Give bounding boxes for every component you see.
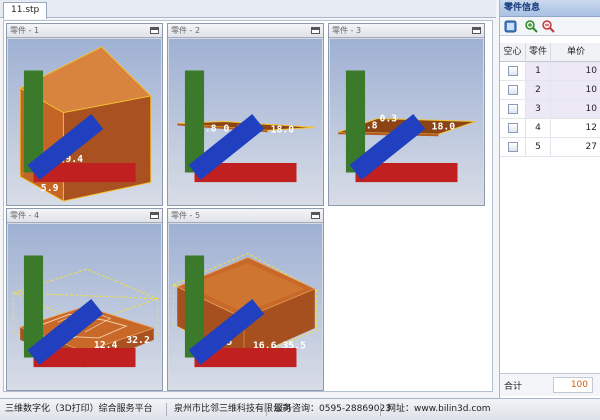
panel-title: 零件信息 bbox=[500, 0, 600, 17]
part-pane-1[interactable]: 零件 - 1 9.4 5.9 10.8 bbox=[6, 23, 163, 206]
hollow-cell bbox=[500, 138, 526, 156]
total-row: 合计 100 bbox=[500, 373, 600, 396]
pane-title: 零件 - 4 bbox=[10, 211, 40, 220]
status-divider bbox=[380, 403, 381, 416]
part-3d-view[interactable]: 43.5 16.6 35.5 bbox=[169, 224, 322, 389]
part-number-cell: 2 bbox=[526, 81, 551, 99]
price-cell[interactable]: 10 bbox=[551, 62, 600, 80]
part-pane-2[interactable]: 零件 - 2 7.8 0.4 18.0 bbox=[167, 23, 324, 206]
hollow-cell bbox=[500, 81, 526, 99]
pane-header: 零件 - 3 bbox=[329, 24, 484, 38]
part-number-cell: 3 bbox=[526, 100, 551, 118]
column-hollow[interactable]: 空心 bbox=[500, 43, 526, 62]
maximize-icon[interactable] bbox=[472, 27, 481, 34]
pane-header: 零件 - 4 bbox=[7, 209, 162, 223]
status-divider bbox=[166, 403, 167, 416]
part-number-cell: 4 bbox=[526, 119, 551, 137]
panel-toolbar bbox=[500, 17, 600, 36]
pane-header: 零件 - 2 bbox=[168, 24, 323, 38]
axis-triad-icon bbox=[184, 70, 297, 183]
status-divider bbox=[266, 403, 267, 416]
website-link[interactable]: 网址：www.bilin3d.com bbox=[387, 399, 491, 420]
zoom-out-icon[interactable] bbox=[542, 20, 555, 33]
part-number-cell: 1 bbox=[526, 62, 551, 80]
part-pane-4[interactable]: 零件 - 4 40.2 12.4 32.2 bbox=[6, 208, 163, 391]
table-row[interactable]: 2 10 bbox=[500, 81, 600, 100]
hollow-cell bbox=[500, 100, 526, 118]
part-3d-view[interactable]: 40.2 12.4 32.2 bbox=[8, 224, 161, 389]
hollow-checkbox[interactable] bbox=[508, 85, 518, 95]
hollow-checkbox[interactable] bbox=[508, 142, 518, 152]
maximize-icon[interactable] bbox=[311, 212, 320, 219]
parts-info-panel: 零件信息 空心 零件 单价 1 10 2 10 3 10 4 12 5 27 合计 100 bbox=[499, 0, 600, 398]
pane-header: 零件 - 5 bbox=[168, 209, 323, 223]
table-row[interactable]: 1 10 bbox=[500, 62, 600, 81]
hollow-cell bbox=[500, 119, 526, 137]
part-3d-view[interactable]: 7.8 0.4 18.0 bbox=[169, 39, 322, 204]
axis-triad-icon bbox=[345, 70, 458, 183]
maximize-icon[interactable] bbox=[150, 27, 159, 34]
column-part[interactable]: 零件 bbox=[526, 43, 551, 62]
hollow-checkbox[interactable] bbox=[508, 104, 518, 114]
axis-triad-icon bbox=[23, 70, 136, 183]
zoom-in-icon[interactable] bbox=[525, 20, 538, 33]
model-viewer-grid: 零件 - 1 9.4 5.9 10.8 bbox=[3, 20, 493, 392]
pane-header: 零件 - 1 bbox=[7, 24, 162, 38]
pane-title: 零件 - 5 bbox=[171, 211, 201, 220]
axis-triad-icon bbox=[184, 255, 297, 368]
price-cell[interactable]: 12 bbox=[551, 119, 600, 137]
price-cell[interactable]: 27 bbox=[551, 138, 600, 156]
platform-name: 三维数字化（3D打印）综合服务平台 bbox=[5, 404, 153, 414]
pane-title: 零件 - 3 bbox=[332, 26, 362, 35]
price-cell[interactable]: 10 bbox=[551, 100, 600, 118]
part-number-cell: 5 bbox=[526, 138, 551, 156]
pane-title: 零件 - 1 bbox=[10, 26, 40, 35]
column-price[interactable]: 单价 bbox=[551, 43, 600, 62]
maximize-icon[interactable] bbox=[150, 212, 159, 219]
parts-table-header: 空心 零件 单价 bbox=[500, 43, 600, 62]
table-row[interactable]: 5 27 bbox=[500, 138, 600, 157]
part-pane-3[interactable]: 零件 - 3 7.8 0.3 18.0 bbox=[328, 23, 485, 206]
pane-title: 零件 - 2 bbox=[171, 26, 201, 35]
maximize-icon[interactable] bbox=[311, 27, 320, 34]
part-3d-view[interactable]: 9.4 5.9 10.8 bbox=[8, 39, 161, 204]
part-3d-view[interactable]: 7.8 0.3 18.0 bbox=[330, 39, 483, 204]
hollow-cell bbox=[500, 62, 526, 80]
table-row[interactable]: 3 10 bbox=[500, 100, 600, 119]
total-value: 100 bbox=[553, 377, 593, 393]
service-hotline: 服务咨询：0595-28869023 bbox=[274, 404, 391, 414]
hollow-checkbox[interactable] bbox=[508, 66, 518, 76]
price-cell[interactable]: 10 bbox=[551, 81, 600, 99]
status-bar: 三维数字化（3D打印）综合服务平台 泉州市比邻三维科技有限公司 服务咨询：059… bbox=[0, 398, 600, 420]
view-icon[interactable] bbox=[504, 20, 517, 33]
document-tab[interactable]: 11.stp bbox=[3, 2, 48, 19]
hollow-checkbox[interactable] bbox=[508, 123, 518, 133]
part-pane-5[interactable]: 零件 - 5 43.5 16.6 35.5 bbox=[167, 208, 324, 391]
axis-triad-icon bbox=[23, 255, 136, 368]
table-row[interactable]: 4 12 bbox=[500, 119, 600, 138]
document-tab-bar: 11.stp bbox=[0, 0, 496, 19]
total-label: 合计 bbox=[504, 382, 523, 392]
